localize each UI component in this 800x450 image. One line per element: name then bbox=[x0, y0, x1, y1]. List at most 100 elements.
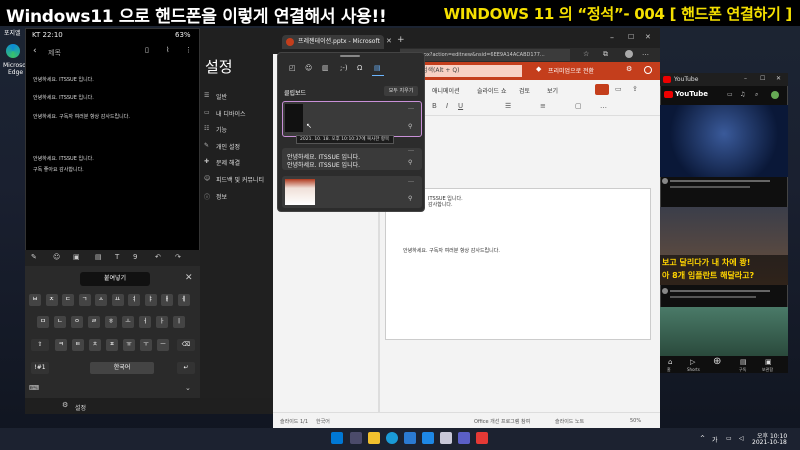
task-view-icon[interactable] bbox=[350, 432, 362, 444]
shapes-icon[interactable]: ▢ bbox=[575, 102, 582, 110]
attach-icon[interactable]: ⌇ bbox=[166, 46, 169, 54]
shift-key[interactable]: ⇧ bbox=[31, 339, 49, 351]
bullets-icon[interactable]: ☰ bbox=[505, 102, 511, 110]
clipboard-item-image[interactable] bbox=[282, 101, 422, 137]
keyboard-key[interactable]: ㅠ bbox=[123, 339, 135, 351]
volume-icon[interactable]: ◁ bbox=[739, 435, 744, 442]
keyboard-key[interactable]: ㄷ bbox=[62, 294, 74, 306]
favorites-icon[interactable]: ☆ bbox=[583, 50, 589, 58]
tab-close-icon[interactable]: ✕ bbox=[386, 37, 392, 45]
keyboard-key[interactable]: ㅇ bbox=[71, 316, 83, 328]
backspace-key[interactable]: ⌫ bbox=[177, 339, 195, 351]
yt-minimize-icon[interactable]: – bbox=[744, 75, 747, 82]
channel-avatar[interactable] bbox=[662, 178, 668, 184]
keyboard-key[interactable]: ㅛ bbox=[111, 294, 124, 306]
status-language[interactable]: 한국어 bbox=[316, 418, 330, 425]
mail-icon[interactable] bbox=[422, 432, 434, 444]
keyboard-key[interactable]: ㅈ bbox=[45, 294, 58, 306]
youtube-taskbar-icon[interactable] bbox=[476, 432, 488, 444]
clock-date[interactable]: 2021-10-18 bbox=[752, 439, 787, 446]
gear-icon[interactable]: ⚙ bbox=[62, 401, 68, 409]
ime-indicator[interactable]: 가 bbox=[712, 435, 718, 444]
menu-view[interactable]: 보기 bbox=[547, 86, 558, 95]
keyboard-key[interactable]: ㅍ bbox=[106, 339, 118, 351]
bottom-settings-label[interactable]: 설정 bbox=[75, 403, 86, 412]
yt-close-icon[interactable]: ✕ bbox=[776, 75, 781, 82]
text-icon[interactable]: T bbox=[115, 253, 119, 261]
edit-mode-button[interactable] bbox=[595, 84, 609, 95]
pen-icon[interactable]: ✎ bbox=[31, 253, 37, 261]
keyboard-key[interactable]: ㅕ bbox=[128, 294, 140, 306]
sticker-tab-icon[interactable]: ◰ bbox=[289, 64, 296, 72]
keyboard-num-label[interactable]: 9 bbox=[133, 253, 137, 261]
settings-item-about[interactable]: 정보 bbox=[216, 192, 227, 201]
library-icon[interactable]: ▣ bbox=[765, 358, 772, 366]
keyboard-key[interactable]: ㅐ bbox=[161, 294, 173, 306]
menu-animations[interactable]: 애니메이션 bbox=[432, 86, 460, 95]
edge-taskbar-icon[interactable] bbox=[386, 432, 398, 444]
create-icon[interactable]: ⊕ bbox=[713, 356, 721, 367]
keyboard-key[interactable]: ㅌ bbox=[72, 339, 84, 351]
keyboard-key[interactable]: ㅎ bbox=[105, 316, 117, 328]
sticker-icon[interactable]: ▣ bbox=[73, 253, 80, 261]
shorts-icon[interactable]: ▷ bbox=[690, 358, 695, 366]
kaomoji-tab-icon[interactable]: ;-) bbox=[340, 64, 348, 72]
video-thumbnail[interactable] bbox=[660, 105, 788, 177]
subscriptions-icon[interactable]: ▤ bbox=[740, 358, 747, 366]
more-icon[interactable]: ⋮ bbox=[185, 46, 192, 54]
nav-home-label[interactable]: 홈 bbox=[667, 367, 671, 373]
browser-tab[interactable]: 프레젠테이션.pptx - Microsoft P bbox=[282, 35, 384, 59]
address-bar[interactable]: aspx?action=editnew&nsid=6EE9A14ACABD177… bbox=[400, 49, 570, 61]
menu-slideshow[interactable]: 슬라이드 쇼 bbox=[477, 86, 507, 95]
paste-suggestion[interactable]: 붙여넣기 bbox=[80, 272, 150, 286]
collections-icon[interactable]: ⧉ bbox=[603, 50, 608, 59]
gif-tab-icon[interactable]: ▥ bbox=[322, 64, 329, 72]
item-more-icon[interactable]: … bbox=[408, 104, 414, 111]
avatar[interactable] bbox=[771, 91, 779, 99]
keyboard-key[interactable]: ㅊ bbox=[89, 339, 101, 351]
emoji-icon[interactable]: ☺ bbox=[53, 253, 60, 261]
symbol-key[interactable]: !#1 bbox=[31, 362, 49, 374]
keyboard-key[interactable]: ㅏ bbox=[156, 316, 168, 328]
italic-icon[interactable]: I bbox=[446, 102, 448, 110]
comment-icon[interactable]: ▭ bbox=[615, 85, 622, 93]
network-icon[interactable]: ▭ bbox=[726, 435, 732, 442]
enter-key[interactable]: ↵ bbox=[177, 362, 195, 374]
align-icon[interactable]: ≡ bbox=[540, 102, 546, 110]
clipboard-icon[interactable]: ▤ bbox=[95, 253, 102, 261]
undo-icon[interactable]: ↶ bbox=[155, 253, 161, 261]
video-thumbnail[interactable] bbox=[660, 307, 788, 356]
redo-icon[interactable]: ↷ bbox=[175, 253, 181, 261]
cast-icon[interactable]: ▭ bbox=[727, 91, 733, 98]
pin-icon[interactable]: ⚲ bbox=[408, 123, 412, 130]
new-tab-icon[interactable]: + bbox=[397, 35, 405, 45]
file-explorer-icon[interactable] bbox=[368, 432, 380, 444]
pin-icon[interactable]: ⚲ bbox=[408, 159, 412, 166]
bold-icon[interactable]: B bbox=[432, 102, 437, 110]
status-zoom[interactable]: 50% bbox=[630, 418, 641, 424]
profile-avatar[interactable] bbox=[625, 50, 633, 58]
space-key[interactable]: 한국어 bbox=[90, 362, 154, 374]
keyboard-icon[interactable]: ⌨ bbox=[29, 384, 39, 392]
minimize-icon[interactable]: – bbox=[610, 33, 614, 42]
settings-item-general[interactable]: 일반 bbox=[216, 92, 227, 101]
settings-gear-icon[interactable]: ⚙ bbox=[626, 65, 632, 73]
keyboard-key[interactable]: ㅜ bbox=[140, 339, 152, 351]
clipboard-tab-icon[interactable]: ▤ bbox=[374, 64, 381, 72]
keyboard-key[interactable]: ㅋ bbox=[55, 339, 67, 351]
yt-maximize-icon[interactable]: ☐ bbox=[760, 75, 765, 82]
start-icon[interactable] bbox=[331, 432, 343, 444]
back-arrow-icon[interactable]: ‹ bbox=[33, 46, 37, 56]
book-icon[interactable]: ▯ bbox=[145, 46, 149, 54]
channel-avatar[interactable] bbox=[662, 288, 668, 294]
settings-item-troubleshoot[interactable]: 문제 해결 bbox=[216, 158, 240, 167]
symbols-tab-icon[interactable]: Ω bbox=[357, 64, 362, 72]
keyboard-key[interactable]: ㅡ bbox=[157, 339, 169, 351]
nav-subscriptions-label[interactable]: 구독 bbox=[739, 367, 746, 373]
tray-chevron-icon[interactable]: ^ bbox=[700, 435, 705, 442]
keyboard-key[interactable]: ㅁ bbox=[37, 316, 49, 328]
premium-link[interactable]: 프리미엄으로 전환 bbox=[548, 66, 594, 75]
status-feedback[interactable]: Office 개선 프로그램 참여 bbox=[474, 418, 530, 425]
nav-library-label[interactable]: 보관함 bbox=[762, 367, 773, 373]
photos-icon[interactable] bbox=[440, 432, 452, 444]
